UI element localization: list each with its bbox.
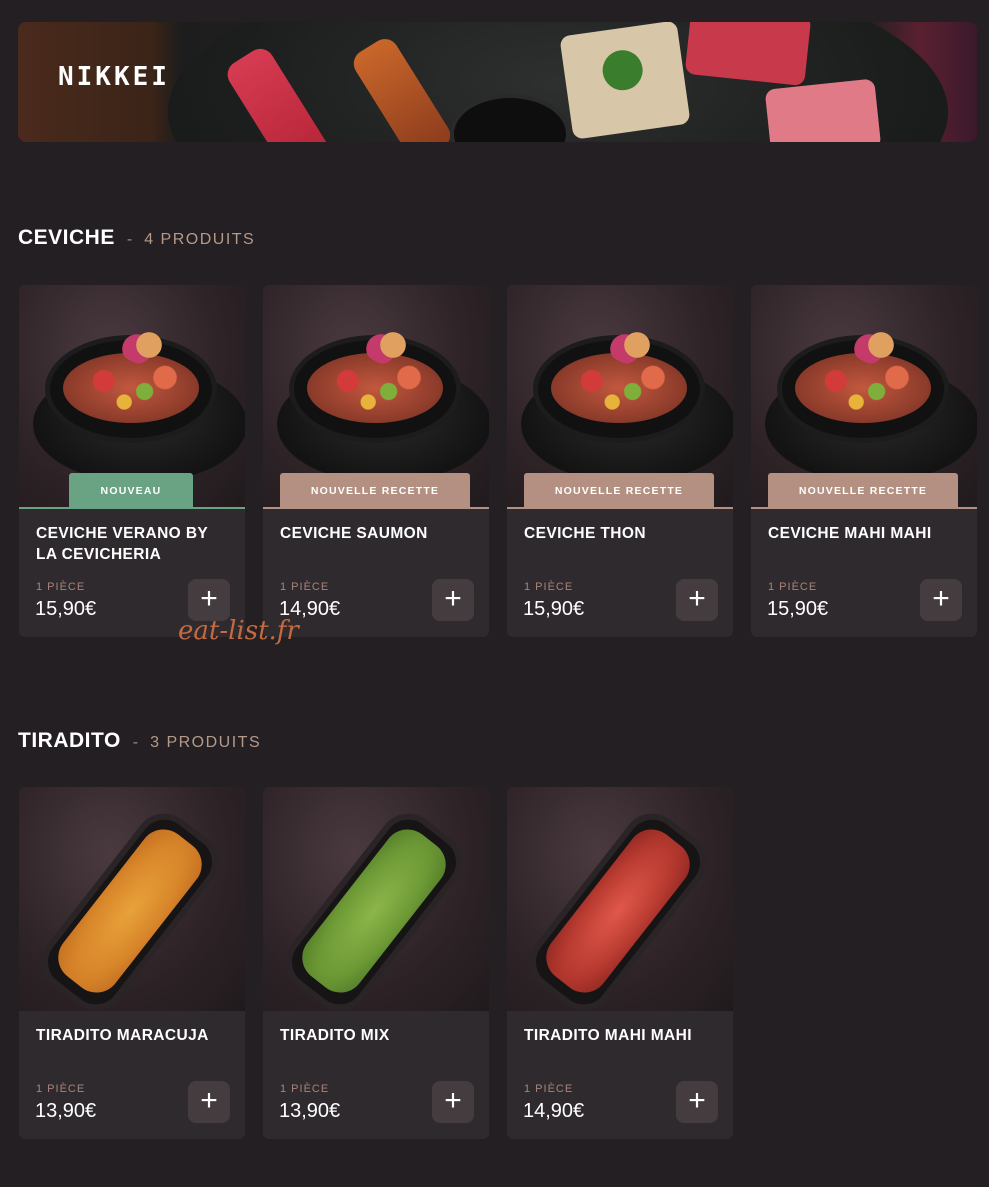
- add-to-cart-button[interactable]: +: [432, 579, 474, 621]
- watermark: eat-list.fr: [178, 616, 299, 646]
- new-badge: NOUVEAU: [69, 473, 193, 509]
- banner-sushi-image: [559, 22, 691, 140]
- section-title: TIRADITO: [18, 729, 121, 752]
- product-name: TIRADITO MARACUJA: [36, 1027, 209, 1044]
- product-price: 15,90€: [767, 598, 829, 620]
- section-product-count: 3 PRODUITS: [150, 734, 262, 751]
- add-to-cart-button[interactable]: +: [188, 579, 230, 621]
- section-product-count: 4 PRODUITS: [144, 231, 256, 248]
- product-name: TIRADITO MIX: [280, 1027, 390, 1044]
- product-name: CEVICHE THON: [524, 525, 646, 542]
- product-name: CEVICHE SAUMON: [280, 525, 428, 542]
- product-unit: 1 PIÈCE: [36, 581, 86, 593]
- section-title: CEVICHE: [18, 226, 115, 249]
- add-to-cart-button[interactable]: +: [676, 1081, 718, 1123]
- product-unit: 1 PIÈCE: [524, 1083, 574, 1095]
- section-header-ceviche: CEVICHE - 4 PRODUITS: [18, 226, 255, 250]
- product-price: 13,90€: [35, 1100, 97, 1122]
- product-unit: 1 PIÈCE: [524, 581, 574, 593]
- section-header-tiradito: TIRADITO - 3 PRODUITS: [18, 729, 261, 753]
- add-to-cart-button[interactable]: +: [676, 579, 718, 621]
- new-recipe-badge: NOUVELLE RECETTE: [524, 473, 714, 509]
- product-card[interactable]: NOUVELLE RECETTE CEVICHE MAHI MAHI 1 PIÈ…: [751, 285, 977, 637]
- product-card[interactable]: NOUVEAU CEVICHE VERANO BY LA CEVICHERIA …: [19, 285, 245, 637]
- product-name: CEVICHE MAHI MAHI: [768, 525, 932, 542]
- add-to-cart-button[interactable]: +: [920, 579, 962, 621]
- product-price: 14,90€: [523, 1100, 585, 1122]
- product-price: 15,90€: [523, 598, 585, 620]
- product-unit: 1 PIÈCE: [280, 1083, 330, 1095]
- new-recipe-badge: NOUVELLE RECETTE: [768, 473, 958, 509]
- product-unit: 1 PIÈCE: [768, 581, 818, 593]
- category-banner: NIKKEI: [18, 22, 977, 142]
- banner-sushi-image: [764, 78, 882, 142]
- section-separator: -: [126, 231, 133, 248]
- add-to-cart-button[interactable]: +: [432, 1081, 474, 1123]
- section-separator: -: [132, 734, 139, 751]
- banner-logo: NIKKEI: [58, 62, 170, 92]
- product-unit: 1 PIÈCE: [280, 581, 330, 593]
- product-card[interactable]: TIRADITO MIX 1 PIÈCE 13,90€ +: [263, 787, 489, 1139]
- add-to-cart-button[interactable]: +: [188, 1081, 230, 1123]
- product-card[interactable]: TIRADITO MAHI MAHI 1 PIÈCE 14,90€ +: [507, 787, 733, 1139]
- product-image: [507, 787, 733, 1023]
- product-name: TIRADITO MAHI MAHI: [524, 1027, 692, 1044]
- product-price: 13,90€: [279, 1100, 341, 1122]
- product-card[interactable]: NOUVELLE RECETTE CEVICHE SAUMON 1 PIÈCE …: [263, 285, 489, 637]
- product-unit: 1 PIÈCE: [36, 1083, 86, 1095]
- product-card[interactable]: TIRADITO MARACUJA 1 PIÈCE 13,90€ +: [19, 787, 245, 1139]
- product-card[interactable]: NOUVELLE RECETTE CEVICHE THON 1 PIÈCE 15…: [507, 285, 733, 637]
- product-image: [19, 787, 245, 1023]
- product-price: 15,90€: [35, 598, 97, 620]
- product-image: [263, 787, 489, 1023]
- product-name: CEVICHE VERANO BY LA CEVICHERIA: [36, 525, 208, 563]
- new-recipe-badge: NOUVELLE RECETTE: [280, 473, 470, 509]
